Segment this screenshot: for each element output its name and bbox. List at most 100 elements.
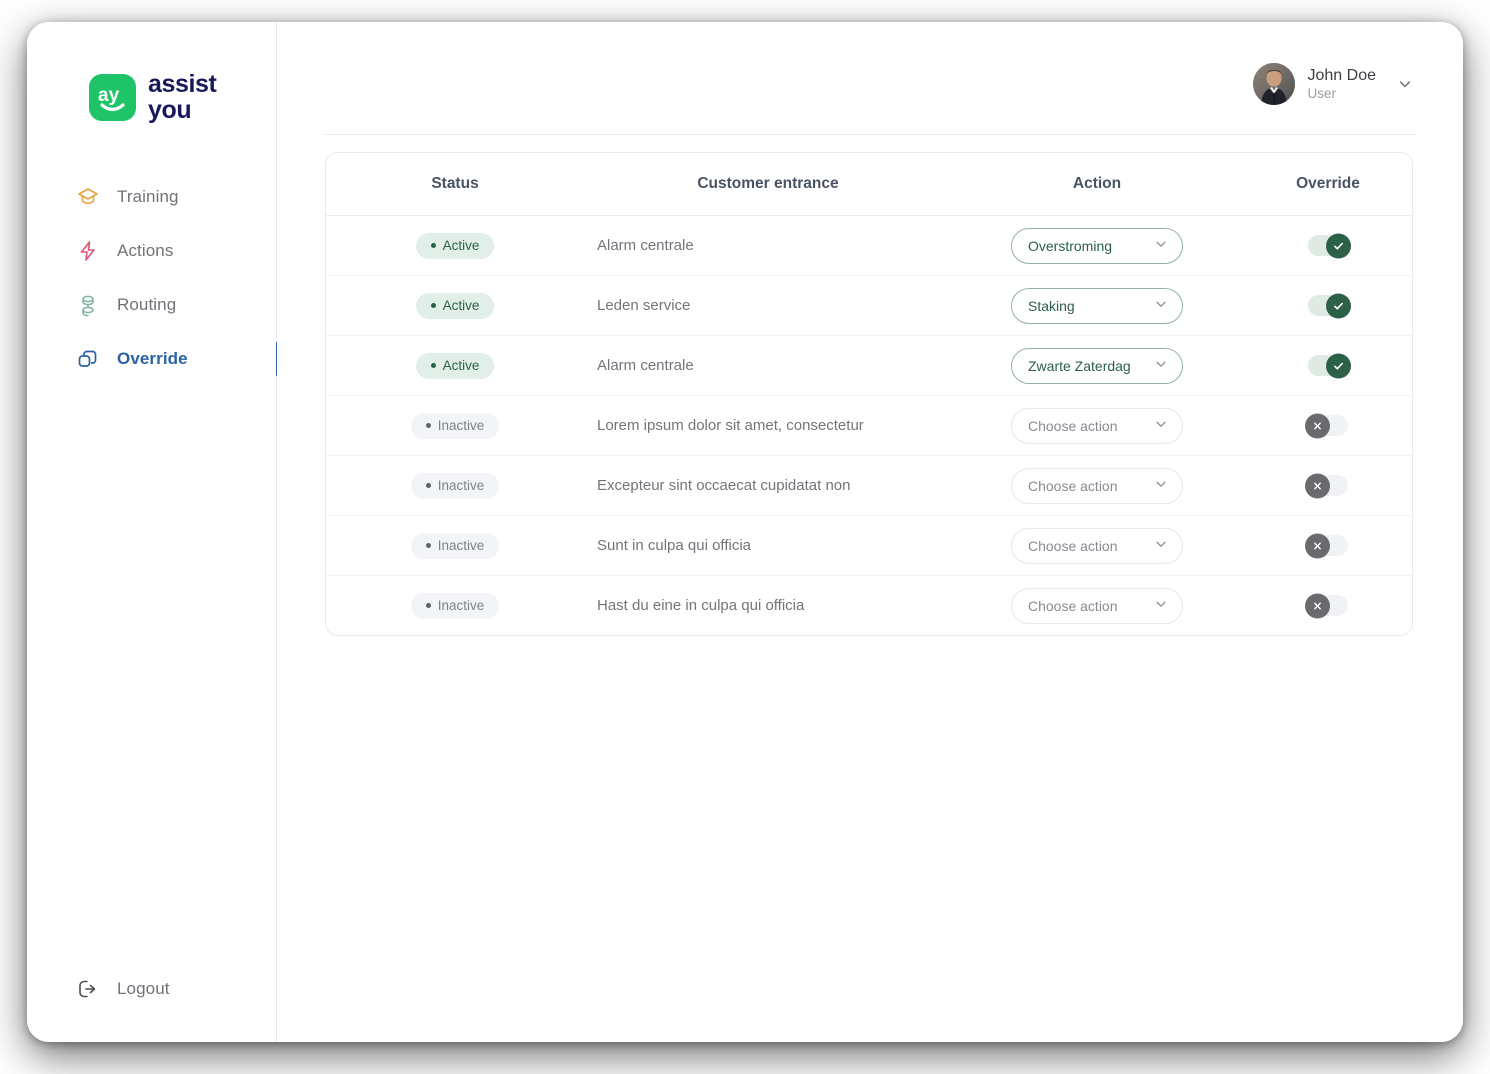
- cell-action: Zwarte Zaterdag: [952, 335, 1242, 396]
- close-icon: [1305, 593, 1330, 618]
- action-select-value: Choose action: [1028, 597, 1118, 614]
- cell-customer-entrance: Hast du eine in culpa qui officia: [584, 576, 952, 636]
- action-select-value: Choose action: [1028, 417, 1118, 434]
- action-select[interactable]: Choose action: [1011, 407, 1183, 444]
- override-toggle[interactable]: [1308, 353, 1351, 378]
- status-label: Active: [442, 238, 480, 253]
- column-header-status: Status: [326, 153, 584, 216]
- status-badge: Active: [415, 232, 495, 259]
- chevron-down-icon: [1154, 477, 1168, 494]
- chevron-down-icon[interactable]: [1397, 76, 1413, 92]
- logout-icon: [75, 976, 101, 1002]
- override-toggle[interactable]: [1308, 293, 1351, 318]
- status-dot-icon: [425, 483, 431, 488]
- status-label: Active: [442, 298, 480, 313]
- brand-line-2: you: [148, 95, 192, 124]
- check-icon: [1326, 293, 1351, 318]
- status-badge: Inactive: [410, 412, 500, 439]
- action-select-value: Choose action: [1028, 537, 1118, 554]
- sidebar-item-label: Training: [117, 187, 179, 206]
- cell-action: Choose action: [952, 455, 1242, 516]
- status-dot-icon: [425, 543, 431, 548]
- app-window: ay assist you Training Actions Routing O…: [27, 22, 1463, 1042]
- graduation-cap-icon: [75, 184, 101, 210]
- sidebar-item-actions[interactable]: Actions: [27, 224, 276, 278]
- routing-nodes-icon: [75, 292, 101, 318]
- cell-status: Inactive: [326, 515, 584, 576]
- customer-entrance-text: Alarm centrale: [597, 236, 694, 254]
- sidebar-nav: Training Actions Routing Override: [27, 170, 281, 386]
- table-row: Active Alarm centrale Zwarte Zaterdag: [326, 335, 1412, 396]
- sidebar-item-label: Routing: [117, 295, 177, 314]
- action-select[interactable]: Choose action: [1011, 467, 1183, 504]
- cell-action: Choose action: [952, 576, 1242, 636]
- brand-line-1: assist: [148, 70, 217, 98]
- action-select[interactable]: Overstroming: [1011, 227, 1183, 264]
- cell-override: [1242, 576, 1412, 636]
- override-table-card: Status Customer entrance Action Override…: [325, 152, 1413, 636]
- status-badge: Inactive: [410, 472, 500, 499]
- status-dot-icon: [430, 363, 436, 368]
- svg-text:ay: ay: [98, 85, 120, 106]
- sidebar-item-routing[interactable]: Routing: [27, 278, 276, 332]
- chevron-down-icon: [1154, 597, 1168, 614]
- status-label: Active: [442, 358, 480, 373]
- cell-action: Overstroming: [952, 215, 1242, 276]
- action-select[interactable]: Staking: [1011, 287, 1183, 324]
- user-avatar-photo: [1252, 63, 1295, 105]
- cell-status: Active: [326, 335, 584, 396]
- action-select[interactable]: Choose action: [1011, 527, 1183, 564]
- brand-wordmark: assist you: [148, 70, 217, 124]
- header-divider: [325, 134, 1415, 135]
- override-toggle[interactable]: [1305, 413, 1348, 438]
- sidebar-item-override[interactable]: Override: [27, 332, 281, 386]
- status-label: Inactive: [437, 538, 485, 553]
- cell-override: [1242, 455, 1412, 516]
- override-toggle[interactable]: [1308, 233, 1351, 258]
- sidebar-item-training[interactable]: Training: [27, 170, 276, 224]
- customer-entrance-text: Leden service: [597, 296, 691, 314]
- status-dot-icon: [430, 243, 436, 248]
- override-toggle[interactable]: [1305, 473, 1348, 498]
- table-row: Inactive Excepteur sint occaecat cupidata…: [326, 455, 1412, 516]
- table-row: Active Leden service Staking: [326, 275, 1412, 336]
- cell-customer-entrance: Alarm centrale: [584, 215, 952, 276]
- action-select-value: Choose action: [1028, 477, 1118, 494]
- chevron-down-icon: [1154, 237, 1168, 254]
- cell-override: [1242, 215, 1412, 276]
- chevron-down-icon: [1154, 537, 1168, 554]
- action-select[interactable]: Choose action: [1011, 587, 1183, 624]
- brand-logo[interactable]: ay assist you: [89, 70, 217, 124]
- close-icon: [1305, 533, 1330, 558]
- status-badge: Active: [415, 292, 495, 319]
- ay-logo-icon: ay: [89, 74, 136, 121]
- customer-entrance-text: Hast du eine in culpa qui officia: [597, 596, 805, 614]
- cell-override: [1242, 395, 1412, 456]
- action-select-value: Zwarte Zaterdag: [1028, 357, 1131, 374]
- cell-customer-entrance: Leden service: [584, 275, 952, 336]
- table-row: Active Alarm centrale Overstroming: [326, 215, 1412, 276]
- cell-action: Choose action: [952, 395, 1242, 456]
- chevron-down-icon: [1154, 297, 1168, 314]
- override-toggle[interactable]: [1305, 533, 1348, 558]
- status-badge: Inactive: [410, 532, 500, 559]
- cell-customer-entrance: Sunt in culpa qui officia: [584, 515, 952, 576]
- main-content: John Doe User Status Customer entrance A…: [277, 22, 1463, 1042]
- table-row: Inactive Sunt in culpa qui officia Choose …: [326, 515, 1412, 576]
- cell-override: [1242, 275, 1412, 336]
- user-menu[interactable]: John Doe User: [1252, 63, 1414, 105]
- customer-entrance-text: Excepteur sint occaecat cupidatat non: [597, 476, 851, 494]
- action-select[interactable]: Zwarte Zaterdag: [1011, 347, 1183, 384]
- action-select-value: Staking: [1028, 297, 1075, 314]
- logout-button[interactable]: Logout: [27, 964, 276, 1014]
- override-toggle[interactable]: [1305, 593, 1348, 618]
- cell-action: Choose action: [952, 515, 1242, 576]
- chevron-down-icon: [1154, 357, 1168, 374]
- column-header-override: Override: [1242, 153, 1412, 216]
- cell-status: Inactive: [326, 576, 584, 636]
- sidebar-item-label: Actions: [117, 241, 174, 260]
- close-icon: [1305, 413, 1330, 438]
- table-row: Inactive Hast du eine in culpa qui offici…: [326, 576, 1412, 636]
- cell-status: Inactive: [326, 395, 584, 456]
- cell-customer-entrance: Alarm centrale: [584, 335, 952, 396]
